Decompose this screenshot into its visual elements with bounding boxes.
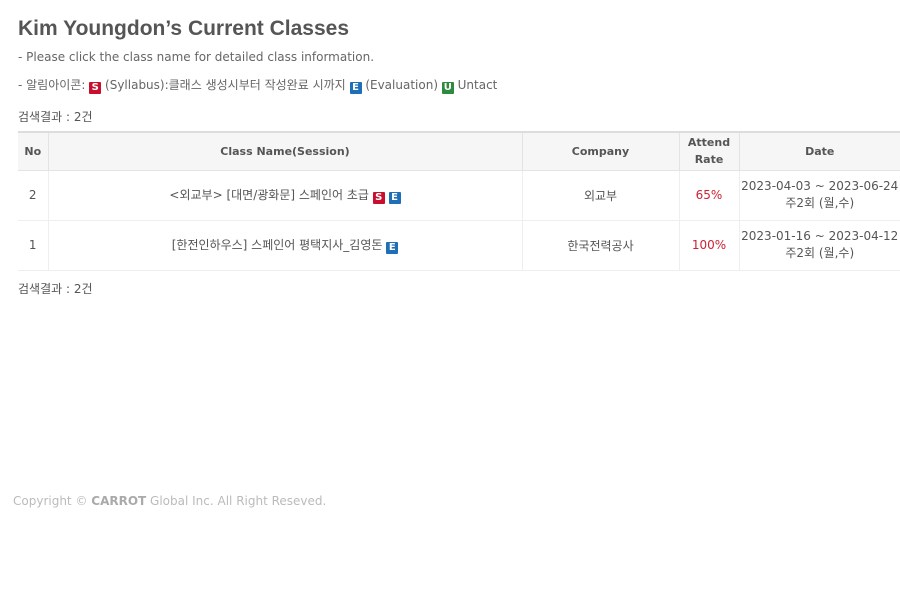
copyright-prefix: Copyright ©: [13, 494, 92, 508]
header-attend-rate: Attend Rate: [678, 132, 740, 171]
row-no: 2: [18, 169, 49, 221]
evaluation-badge-icon: E: [349, 82, 362, 94]
table-row: 1 [한전인하우스] 스페인어 평택지사_김영돈 E 한국전력공사 100% 2…: [18, 219, 900, 271]
class-name-link[interactable]: [한전인하우스] 스페인어 평택지사_김영돈: [172, 238, 383, 252]
table-row: 2 <외교부> [대면/광화문] 스페인어 초급 S E 외교부 65% 202…: [18, 169, 900, 221]
header-date: Date: [738, 132, 900, 171]
row-date: 2023-01-16 ~ 2023-04-12 주2회 (월,수): [738, 219, 900, 271]
legend-evaluation-text: (Evaluation): [361, 78, 442, 92]
page-title: Kim Youngdon’s Current Classes: [18, 17, 350, 40]
row-class-cell: <외교부> [대면/광화문] 스페인어 초급 S E: [47, 169, 523, 221]
header-attend-line1: Attend: [687, 136, 731, 150]
table-header-row: No Class Name(Session) Company Attend Ra…: [18, 132, 900, 171]
syllabus-badge-icon[interactable]: S: [372, 192, 385, 204]
row-company: 외교부: [521, 169, 680, 221]
row-company: 한국전력공사: [521, 219, 680, 271]
row-schedule: 주2회 (월,수): [785, 246, 855, 260]
class-name-link[interactable]: <외교부> [대면/광화문] 스페인어 초급: [169, 188, 369, 202]
row-date: 2023-04-03 ~ 2023-06-24 주2회 (월,수): [738, 169, 900, 221]
page: Kim Youngdon’s Current Classes - Please …: [0, 0, 900, 604]
row-no: 1: [18, 219, 49, 271]
result-count-bottom: 검색결과 : 2건: [18, 282, 93, 296]
untact-badge-icon: U: [441, 82, 454, 94]
header-class-name: Class Name(Session): [47, 132, 523, 171]
row-date-range: 2023-04-03 ~ 2023-06-24: [741, 179, 899, 193]
syllabus-badge-icon: S: [89, 82, 102, 94]
row-attend-rate: 65%: [678, 169, 740, 221]
result-count-top: 검색결과 : 2건: [18, 110, 93, 124]
click-instruction: - Please click the class name for detail…: [18, 50, 375, 64]
header-attend-line2: Rate: [694, 153, 724, 167]
evaluation-badge-icon[interactable]: E: [386, 242, 399, 254]
legend-untact-text: Untact: [453, 78, 498, 92]
row-attend-rate: 100%: [678, 219, 740, 271]
row-date-range: 2023-01-16 ~ 2023-04-12: [741, 229, 899, 243]
copyright-suffix: Global Inc. All Right Reseved.: [146, 494, 327, 508]
header-company: Company: [521, 132, 680, 171]
icon-legend: - 알림아이콘: S (Syllabus):클래스 생성시부터 작성완료 시까지…: [18, 76, 497, 94]
evaluation-badge-icon[interactable]: E: [388, 192, 401, 204]
classes-table: No Class Name(Session) Company Attend Ra…: [18, 131, 900, 271]
row-schedule: 주2회 (월,수): [785, 196, 855, 210]
legend-syllabus-text: (Syllabus):클래스 생성시부터 작성완료 시까지: [101, 78, 350, 92]
copyright-footer: Copyright © CARROT Global Inc. All Right…: [13, 494, 326, 508]
row-class-cell: [한전인하우스] 스페인어 평택지사_김영돈 E: [47, 219, 523, 271]
header-no: No: [18, 132, 49, 171]
brand-name: CARROT: [91, 494, 147, 508]
legend-prefix: - 알림아이콘:: [18, 78, 90, 92]
